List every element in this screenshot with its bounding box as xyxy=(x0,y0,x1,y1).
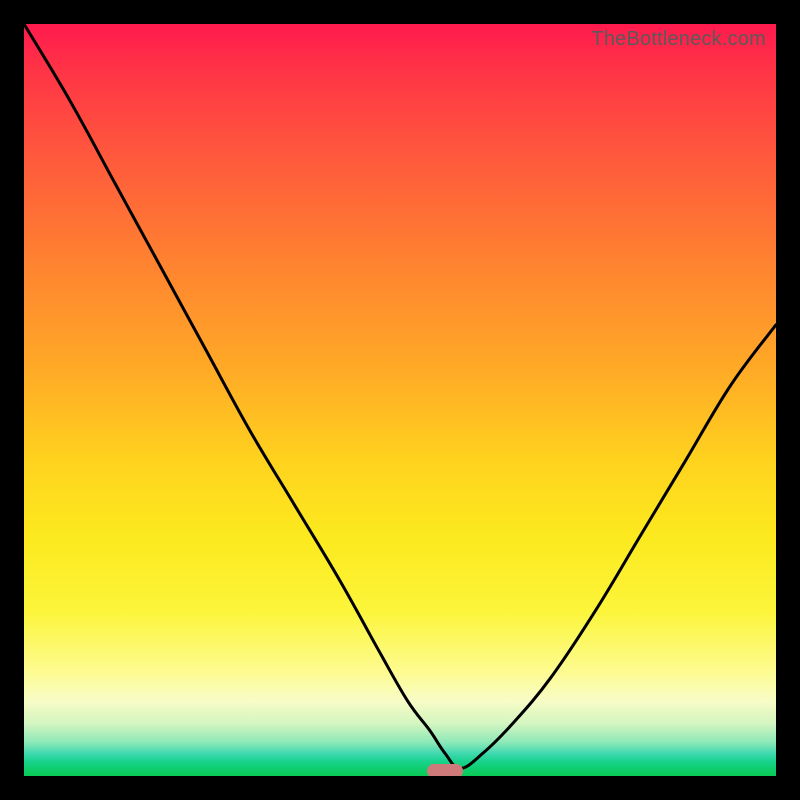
plot-area: TheBottleneck.com xyxy=(24,24,776,776)
optimal-marker xyxy=(427,764,463,776)
bottleneck-curve xyxy=(24,24,776,776)
curve-path xyxy=(24,24,776,769)
chart-frame: TheBottleneck.com xyxy=(0,0,800,800)
